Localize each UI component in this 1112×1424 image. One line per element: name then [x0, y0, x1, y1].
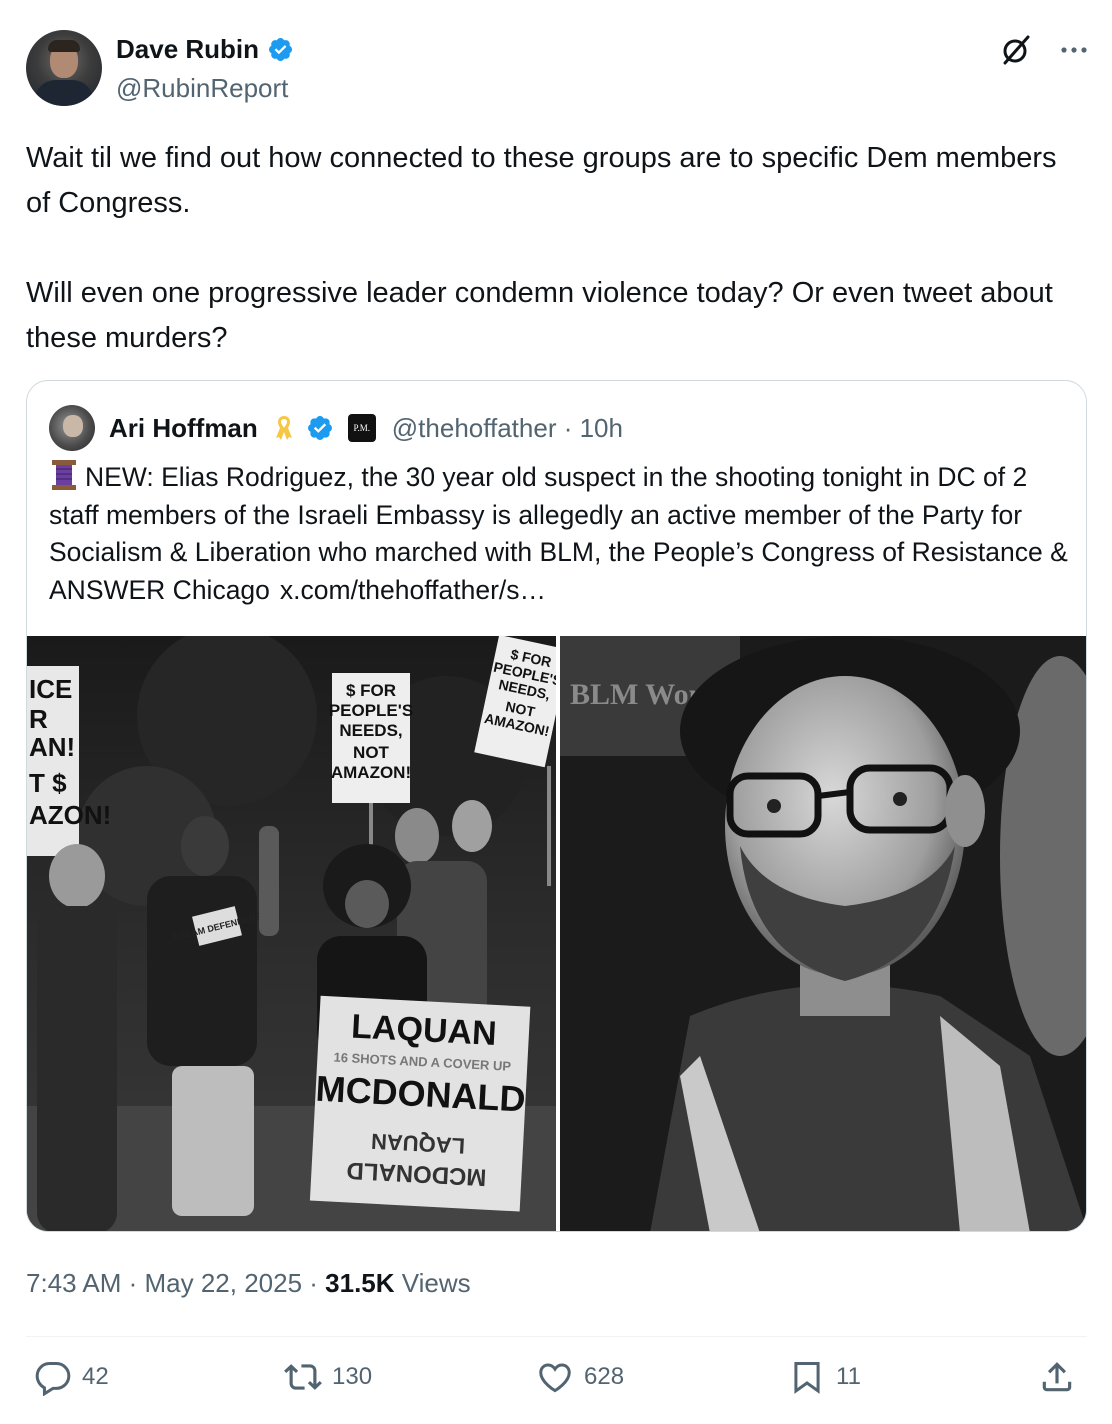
quoted-tweet-text: NEW: Elias Rodriguez, the 30 year old su… — [49, 459, 1069, 609]
author-name-row: Dave Rubin — [116, 34, 294, 65]
reply-button[interactable]: 42 — [34, 1358, 109, 1396]
portrait-photo[interactable]: BLM Wom — [560, 636, 1086, 1231]
author-handle[interactable]: @RubinReport — [116, 73, 288, 104]
more-icon[interactable] — [1058, 34, 1090, 66]
quoted-handle-time[interactable]: @thehoffather · 10h — [392, 413, 623, 444]
views-label: Views — [394, 1268, 471, 1298]
reply-icon — [35, 1362, 71, 1396]
bottom-sign-top: LAQUAN — [350, 1007, 497, 1053]
bookmark-icon — [794, 1362, 820, 1394]
pm-badge: P.M. — [347, 414, 376, 442]
protest-photo[interactable]: ICE R AN! T $ AZON! $ FOR PEOPLE'S NEEDS, NOT AM… — [27, 636, 556, 1231]
protest-photo-drawing: ICE R AN! T $ AZON! $ FOR PEOPLE'S NEEDS, NOT AM… — [27, 636, 556, 1231]
repost-icon — [284, 1364, 322, 1390]
tweet-text: Wait til we find out how connected to th… — [26, 142, 1057, 354]
tweet-action-bar: 42 130 628 11 — [26, 1358, 1088, 1408]
quoted-author-avatar[interactable] — [49, 405, 95, 451]
tweet-meta: 7:43 AM · May 22, 2025 · 31.5K Views — [26, 1268, 471, 1299]
bookmark-count: 11 — [836, 1363, 861, 1390]
quoted-tweet[interactable]: Ari Hoffman P.M. @thehoffather · 10h NEW… — [26, 380, 1087, 1232]
bookmark-button[interactable]: 11 — [788, 1358, 861, 1396]
tweet-top-actions — [1000, 34, 1090, 66]
like-button[interactable]: 628 — [536, 1358, 624, 1396]
author-display-name[interactable]: Dave Rubin — [116, 34, 259, 65]
ribbon-icon — [270, 414, 298, 442]
portrait-photo-drawing: BLM Wom — [560, 636, 1086, 1231]
reply-count: 42 — [82, 1363, 109, 1390]
quoted-author-name[interactable]: Ari Hoffman — [109, 413, 258, 444]
share-icon — [1042, 1362, 1072, 1392]
grok-icon[interactable] — [1000, 34, 1032, 66]
quoted-tweet-header: Ari Hoffman P.M. @thehoffather · 10h — [49, 405, 623, 451]
verified-badge-icon — [267, 36, 294, 63]
like-icon — [539, 1363, 571, 1393]
quoted-verified-badge-icon — [306, 414, 334, 442]
repost-button[interactable]: 130 — [284, 1358, 372, 1396]
repost-count: 130 — [332, 1363, 373, 1390]
actions-divider — [26, 1336, 1087, 1337]
quoted-tweet-link[interactable]: x.com/thehoffather/s… — [280, 575, 546, 605]
quoted-tweet-body: NEW: Elias Rodriguez, the 30 year old su… — [49, 462, 1068, 605]
tweet-time-date[interactable]: 7:43 AM · May 22, 2025 · — [26, 1268, 325, 1298]
share-button[interactable] — [1038, 1358, 1076, 1396]
like-count: 628 — [584, 1363, 625, 1390]
views-count: 31.5K — [325, 1268, 395, 1298]
svg-text:LAQUAN: LAQUAN — [370, 1129, 465, 1159]
quoted-tweet-media: ICE R AN! T $ AZON! $ FOR PEOPLE'S NEEDS, NOT AM… — [27, 636, 1086, 1231]
author-avatar[interactable] — [26, 30, 102, 106]
spool-icon — [49, 459, 79, 491]
